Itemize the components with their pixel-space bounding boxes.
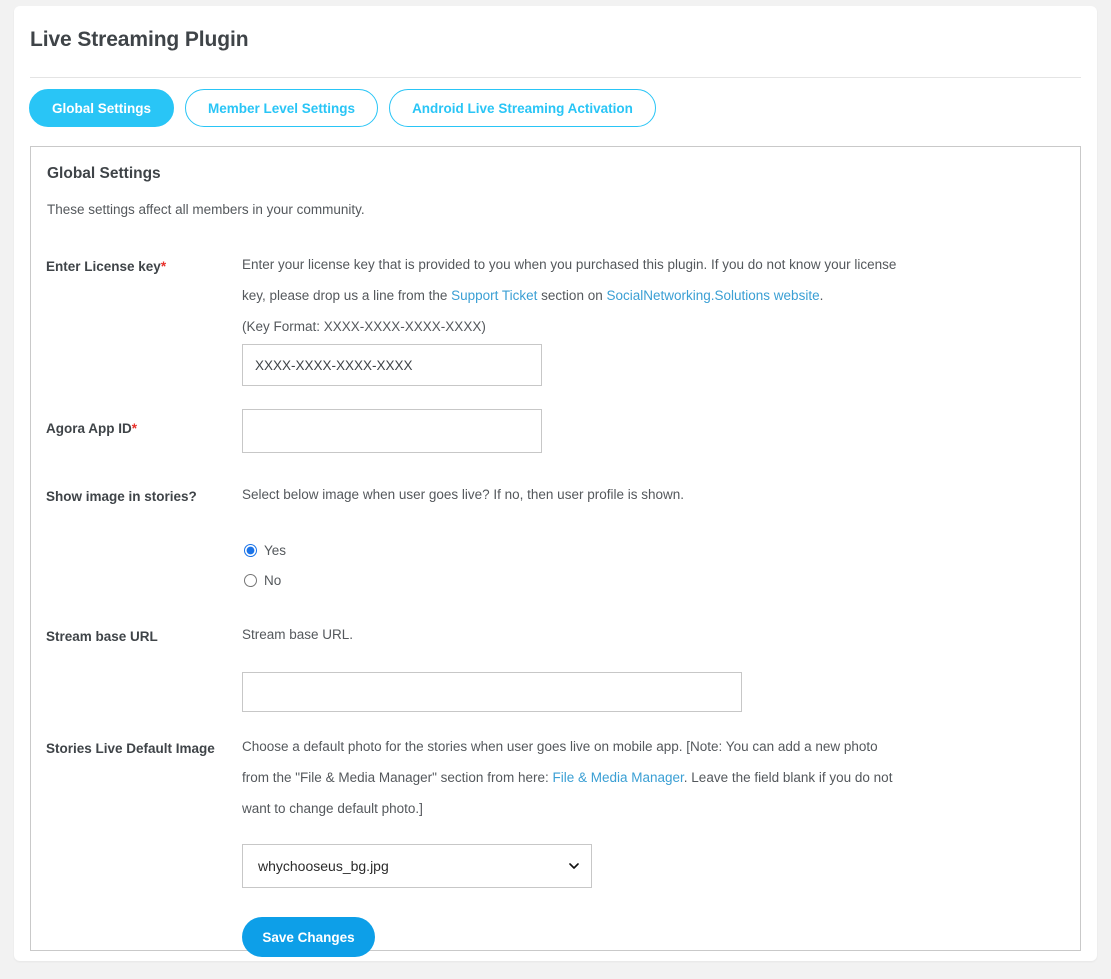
main-card: Live Streaming Plugin Global Settings Me… [14,6,1097,961]
radio-label-yes: Yes [264,542,287,558]
radio-input-no[interactable] [244,573,257,587]
form-row-stories-live-default-image: Stories Live Default Image Choose a defa… [31,739,1080,957]
stream-base-url-input[interactable] [242,672,742,712]
show-image-in-stories-label: Show image in stories? [46,489,197,504]
panel-subtitle: These settings affect all members in you… [47,202,365,217]
file-media-manager-link[interactable]: File & Media Manager [552,770,683,785]
license-key-desc-part3: . [819,288,824,303]
license-key-description: Enter your license key that is provided … [242,249,902,342]
show-image-in-stories-radio-group: Yes No [242,535,286,595]
stories-live-default-image-label: Stories Live Default Image [46,741,215,756]
radio-option-yes[interactable]: Yes [242,535,286,565]
tab-android-live-streaming-activation[interactable]: Android Live Streaming Activation [389,89,656,127]
support-ticket-link[interactable]: Support Ticket [451,288,537,303]
socialnetworking-solutions-link[interactable]: SocialNetworking.Solutions website [606,288,819,303]
form-row-show-image-in-stories: Show image in stories? Select below imag… [31,487,1080,588]
stories-image-select-wrapper: whychooseus_bg.jpg [242,844,592,888]
stream-base-url-description: Stream base URL. [242,627,354,642]
agora-app-id-required-marker: * [131,421,138,436]
license-key-input[interactable] [242,344,542,386]
tab-member-level-settings[interactable]: Member Level Settings [185,89,379,127]
page-root: Live Streaming Plugin Global Settings Me… [0,0,1111,979]
page-title: Live Streaming Plugin [30,28,249,51]
agora-app-id-label-text: Agora App ID [46,421,132,436]
title-divider [30,77,1081,78]
license-key-label-text: Enter License key [46,259,161,274]
tab-bar: Global Settings Member Level Settings An… [29,89,656,127]
stories-image-select[interactable]: whychooseus_bg.jpg [242,844,592,888]
license-key-label: Enter License key* [46,257,231,276]
stream-base-url-label: Stream base URL [46,629,158,644]
license-key-required-marker: * [160,259,167,274]
tab-member-level-settings-label: Member Level Settings [208,100,356,116]
license-key-key-format-text: (Key Format: XXXX-XXXX-XXXX-XXXX) [242,319,486,334]
settings-panel: Global Settings These settings affect al… [30,146,1081,957]
panel-title: Global Settings [47,165,161,182]
form-row-license-key: Enter License key* Enter your license ke… [31,257,1080,386]
tab-global-settings[interactable]: Global Settings [29,89,175,127]
form-row-agora-app-id: Agora App ID* [31,409,1080,477]
tab-android-live-streaming-activation-label: Android Live Streaming Activation [412,100,633,116]
radio-input-yes[interactable] [244,543,257,557]
show-image-in-stories-description: Select below image when user goes live? … [242,487,684,502]
license-key-desc-part2: section on [537,288,607,303]
form-row-stream-base-url: Stream base URL Stream base URL. [31,627,1080,717]
agora-app-id-label: Agora App ID* [46,419,231,438]
stories-live-default-image-description: Choose a default photo for the stories w… [242,731,902,824]
agora-app-id-input[interactable] [242,409,542,453]
save-changes-button[interactable]: Save Changes [242,917,375,957]
radio-option-no[interactable]: No [242,565,286,595]
tab-global-settings-label: Global Settings [52,100,152,116]
radio-label-no: No [264,572,282,588]
